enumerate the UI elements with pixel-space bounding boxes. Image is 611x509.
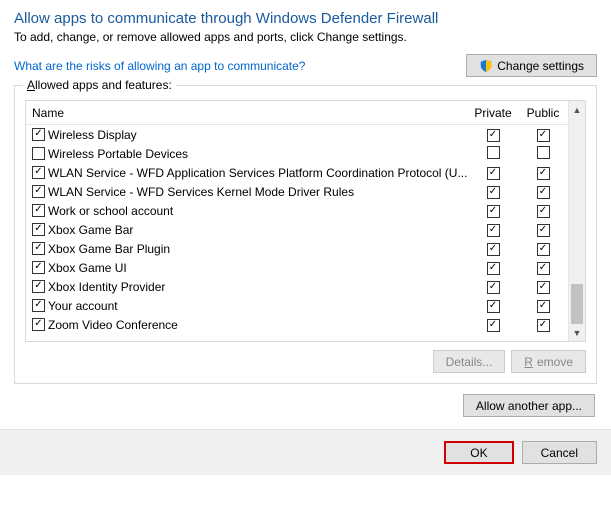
enable-checkbox[interactable] — [32, 147, 45, 160]
enable-checkbox[interactable] — [32, 299, 45, 312]
bottom-bar: OK Cancel — [0, 429, 611, 475]
risks-link[interactable]: What are the risks of allowing an app to… — [14, 59, 305, 73]
ok-button[interactable]: OK — [444, 441, 513, 464]
public-checkbox[interactable] — [537, 300, 550, 313]
change-settings-label: Change settings — [497, 59, 584, 73]
group-label: Allowed apps and features: — [23, 78, 176, 92]
table-row[interactable]: Wireless Portable Devices — [26, 144, 568, 163]
remove-button: Remove — [511, 350, 586, 373]
app-name: Your account — [48, 299, 118, 313]
app-name: Xbox Identity Provider — [48, 280, 165, 294]
enable-checkbox[interactable] — [32, 204, 45, 217]
page-title: Allow apps to communicate through Window… — [14, 10, 597, 27]
enable-checkbox[interactable] — [32, 318, 45, 331]
private-checkbox[interactable] — [487, 224, 500, 237]
public-checkbox[interactable] — [537, 243, 550, 256]
enable-checkbox[interactable] — [32, 242, 45, 255]
allowed-apps-group: Allowed apps and features: Name Private … — [14, 85, 597, 384]
table-row[interactable]: WLAN Service - WFD Services Kernel Mode … — [26, 182, 568, 201]
private-checkbox[interactable] — [487, 129, 500, 142]
enable-checkbox[interactable] — [32, 223, 45, 236]
app-name: Zoom Video Conference — [48, 318, 178, 332]
public-checkbox[interactable] — [537, 224, 550, 237]
cancel-button[interactable]: Cancel — [522, 441, 597, 464]
change-settings-button[interactable]: Change settings — [466, 54, 597, 77]
app-name: Xbox Game UI — [48, 261, 127, 275]
private-checkbox[interactable] — [487, 281, 500, 294]
app-name: WLAN Service - WFD Application Services … — [48, 166, 467, 180]
public-checkbox[interactable] — [537, 205, 550, 218]
app-name: Wireless Display — [48, 128, 137, 142]
enable-checkbox[interactable] — [32, 261, 45, 274]
scroll-thumb[interactable] — [571, 284, 583, 324]
col-private-header[interactable]: Private — [468, 106, 518, 120]
page-subtitle: To add, change, or remove allowed apps a… — [14, 30, 597, 44]
private-checkbox[interactable] — [487, 319, 500, 332]
scroll-down-icon[interactable]: ▼ — [569, 324, 585, 341]
table-row[interactable]: Xbox Identity Provider — [26, 277, 568, 296]
private-checkbox[interactable] — [487, 205, 500, 218]
app-name: Xbox Game Bar — [48, 223, 133, 237]
table-row[interactable]: WLAN Service - WFD Application Services … — [26, 163, 568, 182]
private-checkbox[interactable] — [487, 146, 500, 159]
table-row[interactable]: Xbox Game Bar — [26, 220, 568, 239]
table-row[interactable]: Your account — [26, 296, 568, 315]
public-checkbox[interactable] — [537, 281, 550, 294]
table-row[interactable]: Wireless Display — [26, 125, 568, 144]
enable-checkbox[interactable] — [32, 185, 45, 198]
private-checkbox[interactable] — [487, 243, 500, 256]
scrollbar[interactable]: ▲ ▼ — [568, 101, 585, 341]
app-name: WLAN Service - WFD Services Kernel Mode … — [48, 185, 354, 199]
scroll-track[interactable] — [569, 118, 585, 324]
enable-checkbox[interactable] — [32, 128, 45, 141]
public-checkbox[interactable] — [537, 319, 550, 332]
allow-another-app-button[interactable]: Allow another app... — [463, 394, 595, 417]
app-name: Wireless Portable Devices — [48, 147, 188, 161]
private-checkbox[interactable] — [487, 262, 500, 275]
app-name: Xbox Game Bar Plugin — [48, 242, 170, 256]
public-checkbox[interactable] — [537, 186, 550, 199]
private-checkbox[interactable] — [487, 300, 500, 313]
public-checkbox[interactable] — [537, 167, 550, 180]
enable-checkbox[interactable] — [32, 280, 45, 293]
table-row[interactable]: Xbox Game UI — [26, 258, 568, 277]
public-checkbox[interactable] — [537, 146, 550, 159]
list-header: Name Private Public — [26, 101, 568, 125]
scroll-up-icon[interactable]: ▲ — [569, 101, 585, 118]
shield-icon — [479, 59, 493, 73]
table-row[interactable]: Work or school account — [26, 201, 568, 220]
enable-checkbox[interactable] — [32, 166, 45, 179]
table-row[interactable]: Zoom Video Conference — [26, 315, 568, 334]
private-checkbox[interactable] — [487, 167, 500, 180]
app-name: Work or school account — [48, 204, 173, 218]
col-public-header[interactable]: Public — [518, 106, 568, 120]
private-checkbox[interactable] — [487, 186, 500, 199]
col-name-header[interactable]: Name — [26, 106, 468, 120]
public-checkbox[interactable] — [537, 129, 550, 142]
details-button: Details... — [433, 350, 506, 373]
public-checkbox[interactable] — [537, 262, 550, 275]
apps-list: Name Private Public Wireless Display Wire… — [25, 100, 586, 342]
table-row[interactable]: Xbox Game Bar Plugin — [26, 239, 568, 258]
